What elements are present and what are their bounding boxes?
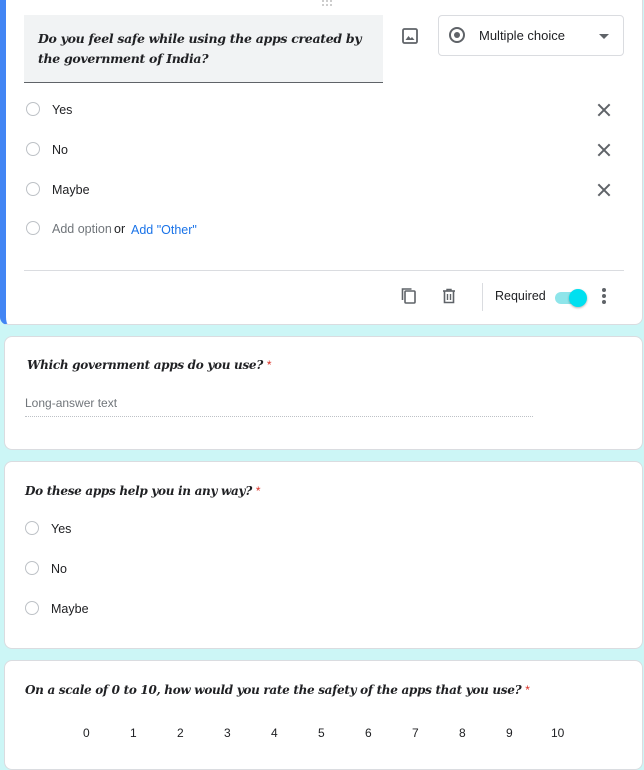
add-image-icon[interactable] [400,26,420,46]
option-label: Maybe [51,602,89,616]
option-label: No [51,562,67,576]
question-type-label: Multiple choice [479,28,565,43]
more-options-icon[interactable] [602,288,606,304]
required-label: Required [495,289,546,303]
required-asterisk: * [266,358,272,372]
duplicate-icon[interactable] [399,286,419,306]
footer-vertical-divider [482,283,483,311]
drag-handle-icon[interactable] [322,0,336,8]
radio-circle-icon [26,221,40,235]
radio-circle-icon [25,561,39,575]
radio-circle-icon [25,601,39,615]
remove-option-close-icon[interactable] [597,143,611,157]
option-label[interactable]: Maybe [52,183,90,197]
radio-circle-icon [26,182,40,196]
question-card-active[interactable]: Do you feel safe while using the apps cr… [0,0,643,325]
delete-trash-icon[interactable] [439,286,459,306]
scale-label: 0 [83,726,90,740]
add-other-button[interactable]: Add "Other" [131,223,197,237]
scale-label: 10 [551,726,565,740]
scale-label: 2 [177,726,184,740]
question-title: On a scale of 0 to 10, how would you rat… [25,683,530,697]
footer-divider [24,270,624,271]
radio-circle-icon [25,521,39,535]
required-asterisk: * [255,484,261,498]
required-toggle[interactable] [555,287,589,307]
question-card[interactable]: Do these apps help you in any way? * Yes… [4,461,643,649]
scale-label: 6 [365,726,372,740]
scale-label: 4 [271,726,278,740]
scale-label: 8 [459,726,466,740]
question-card[interactable]: Which government apps do you use? * Long… [4,336,643,450]
radio-circle-icon [26,102,40,116]
required-asterisk: * [525,683,530,697]
question-title: Do you feel safe while using the apps cr… [38,31,362,66]
question-type-dropdown[interactable]: Multiple choice [438,15,624,56]
chevron-down-icon [599,34,609,39]
question-title-field[interactable]: Do you feel safe while using the apps cr… [24,15,383,83]
remove-option-close-icon[interactable] [597,183,611,197]
question-title: Which government apps do you use? * [27,358,272,372]
question-card[interactable]: On a scale of 0 to 10, how would you rat… [4,660,643,770]
option-label[interactable]: No [52,143,68,157]
option-label[interactable]: Yes [52,103,72,117]
or-text: or [114,222,126,236]
radio-circle-icon [26,142,40,156]
radio-button-icon [449,27,465,43]
remove-option-close-icon[interactable] [597,103,611,117]
scale-label: 9 [506,726,513,740]
option-label: Yes [51,522,72,536]
long-answer-placeholder: Long-answer text [25,396,533,417]
scale-label: 5 [318,726,325,740]
scale-label: 7 [412,726,419,740]
scale-label: 1 [130,726,137,740]
question-title: Do these apps help you in any way? * [25,484,261,498]
scale-label: 3 [224,726,231,740]
add-option-button[interactable]: Add option [52,222,112,236]
